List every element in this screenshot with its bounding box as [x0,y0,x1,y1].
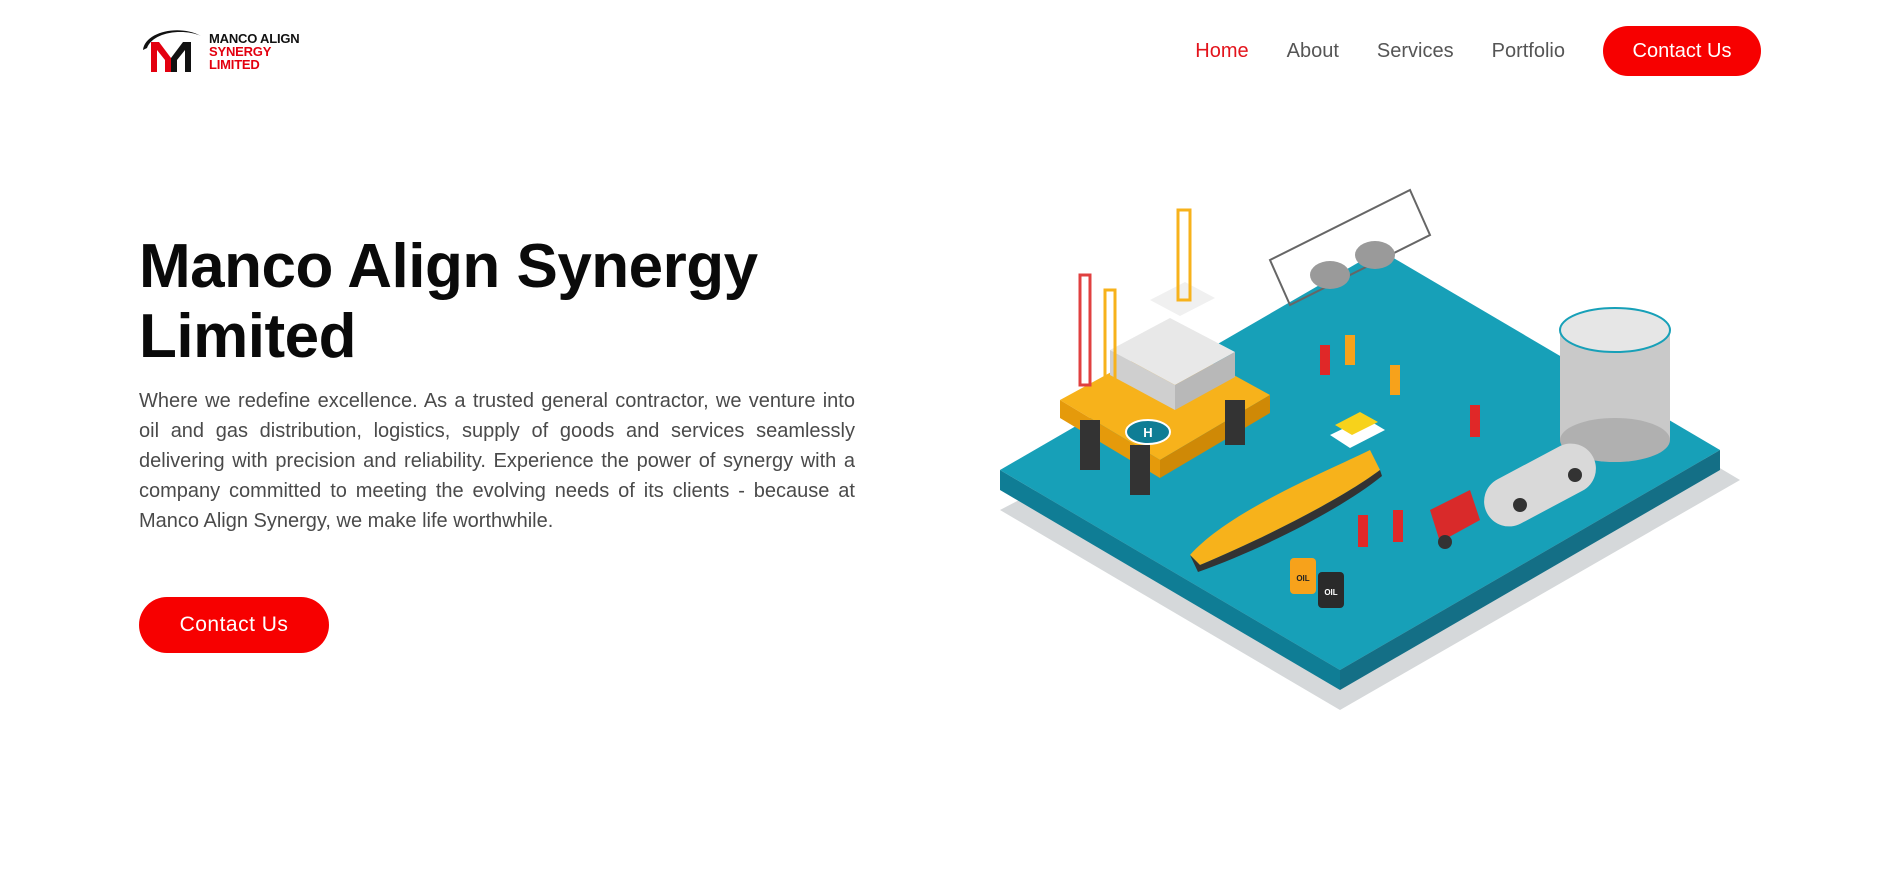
hero-title-line-1: Manco Align Synergy [139,232,758,301]
brand-line-2: SYNERGY [209,43,272,59]
hero-title: Manco Align Synergy Limited [139,232,859,372]
header-contact-button[interactable]: Contact Us [1603,26,1761,76]
nav-portfolio[interactable]: Portfolio [1492,26,1565,76]
barrel-label-1: OIL [1296,574,1309,583]
site-header: MANCO ALIGN SYNERGY LIMITED Home About S… [0,0,1894,100]
brand-wordmark: MANCO ALIGN SYNERGY LIMITED [209,30,300,72]
brand-line-1: MANCO ALIGN [209,30,300,46]
hero-title-line-2: Limited [139,302,356,371]
nav-home[interactable]: Home [1195,26,1248,76]
nav-about[interactable]: About [1287,26,1339,76]
hero-contact-button[interactable]: Contact Us [139,597,329,653]
brand-logo[interactable]: MANCO ALIGN SYNERGY LIMITED [139,26,300,76]
barrel-label-2: OIL [1324,588,1337,597]
brand-line-3: LIMITED [209,56,260,72]
helipad-label: H [1143,425,1152,440]
hero-description: Where we redefine excellence. As a trust… [139,390,855,532]
m-monogram-logo-icon [143,30,201,72]
nav-services[interactable]: Services [1377,26,1454,76]
main-nav: Home About Services Portfolio Contact Us [1195,26,1761,76]
oil-and-gas-isometric-illustration-icon: H OIL OIL [1000,188,1740,710]
